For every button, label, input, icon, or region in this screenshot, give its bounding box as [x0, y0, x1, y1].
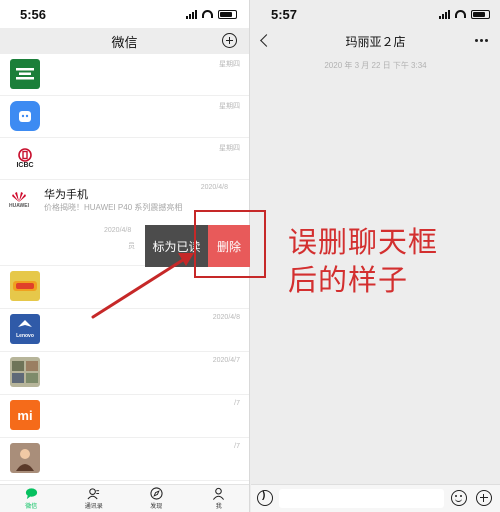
chat-row-xiaomi[interactable]: mi /7 [0, 395, 249, 438]
status-bar: 5:56 [0, 0, 249, 28]
faint-text: 员 [128, 243, 135, 250]
navigation-bar: 微信 [0, 28, 249, 54]
wifi-icon [455, 10, 466, 18]
back-chevron-icon[interactable] [260, 34, 273, 47]
status-bar: 5:57 [251, 0, 500, 28]
add-plus-icon[interactable] [222, 33, 237, 48]
icbc-logo-icon [18, 147, 32, 162]
avatar: mi [10, 400, 40, 430]
chat-name: 华为手机 [44, 189, 88, 201]
chat-row-service[interactable]: 星期四 [0, 96, 249, 138]
highlight-box [194, 210, 266, 278]
chat-row-group[interactable]: 2020/4/7 [0, 352, 249, 395]
annotation-caption: 误删聊天框 后的样子 [288, 227, 439, 297]
chat-row-person[interactable]: /7 [0, 438, 249, 481]
chat-time: 2020/4/8 [200, 184, 228, 191]
chat-preview: 价格揭晓！HUAWEI P40 系列震撼亮相 [44, 203, 183, 212]
chat-row-china-post[interactable]: 星期四 [0, 54, 249, 96]
person-photo-icon [16, 449, 34, 471]
avatar [10, 443, 40, 473]
avatar [10, 101, 40, 131]
voice-icon[interactable] [257, 490, 273, 506]
message-input[interactable] [279, 489, 444, 508]
chat-row-lenovo[interactable]: Lenovo 2020/4/8 [0, 309, 249, 352]
contacts-icon [87, 488, 100, 500]
add-attachment-icon[interactable] [476, 490, 492, 506]
signal-icon [186, 9, 197, 19]
chat-row-icbc[interactable]: ICBC 星期四 [0, 138, 249, 180]
navigation-bar: 玛丽亚２店 [251, 28, 500, 54]
bottom-tab-bar: 微信 通讯录 发现 我 [0, 484, 250, 512]
chat-bubble-icon [25, 488, 37, 500]
wifi-icon [202, 10, 213, 18]
china-post-logo-icon [16, 68, 34, 80]
battery-icon [218, 9, 237, 19]
game-logo-icon [13, 281, 37, 291]
tab-contacts[interactable]: 通讯录 [63, 485, 126, 512]
chat-timestamp: 2020 年 3 月 22 日 下午 3:34 [324, 61, 427, 70]
status-time: 5:56 [20, 6, 47, 22]
assistant-face-icon [19, 111, 31, 122]
huawei-logo-icon [12, 192, 26, 202]
avatar [10, 59, 40, 89]
avatar: Lenovo [10, 314, 40, 344]
avatar: HUAWEI [4, 185, 34, 215]
emoji-icon[interactable] [451, 490, 467, 506]
tab-me[interactable]: 我 [188, 485, 250, 512]
compass-icon [150, 487, 163, 500]
lenovo-logo-icon [18, 320, 32, 327]
more-options-icon[interactable] [475, 39, 488, 42]
group-photo-icon [12, 361, 38, 383]
avatar [10, 357, 40, 387]
signal-icon [439, 9, 450, 19]
status-time: 5:57 [271, 6, 298, 22]
battery-icon [471, 9, 490, 19]
person-icon [213, 487, 225, 500]
chat-title: 玛丽亚２店 [345, 34, 406, 49]
avatar: ICBC [10, 143, 40, 173]
avatar [10, 271, 40, 301]
chat-time: 2020/4/8 [104, 227, 132, 234]
tab-chats[interactable]: 微信 [0, 485, 63, 512]
message-input-bar [251, 484, 500, 512]
page-title: 微信 [111, 34, 138, 50]
tab-discover[interactable]: 发现 [125, 485, 188, 512]
